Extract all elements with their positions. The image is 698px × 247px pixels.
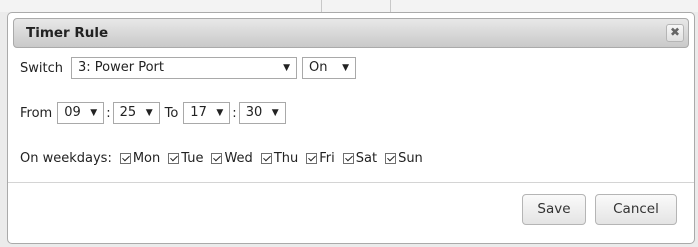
save-button[interactable]: Save bbox=[522, 194, 586, 225]
day-tue[interactable]: Tue bbox=[168, 151, 203, 166]
day-sat[interactable]: Sat bbox=[342, 150, 378, 166]
day-label: Sun bbox=[398, 150, 423, 166]
day-checkbox[interactable] bbox=[342, 152, 354, 164]
chevron-down-icon: ▼ bbox=[145, 108, 153, 118]
timer-rule-dialog: Timer Rule ✖ Switch 3: Power Port ▼ On ▼… bbox=[7, 12, 695, 244]
day-checkbox[interactable] bbox=[119, 152, 131, 164]
day-label: Wed bbox=[224, 150, 253, 166]
chevron-down-icon: ▼ bbox=[90, 108, 98, 118]
weekdays-label: On weekdays: bbox=[20, 150, 112, 166]
chevron-down-icon: ▼ bbox=[216, 108, 224, 118]
to-minute-value: 30 bbox=[245, 105, 263, 120]
time-separator: : bbox=[232, 105, 237, 121]
to-minute-select[interactable]: 30 ▼ bbox=[238, 102, 286, 124]
switch-row: Switch 3: Power Port ▼ On ▼ bbox=[20, 57, 356, 79]
day-label: Sat bbox=[355, 150, 378, 166]
chevron-down-icon: ▼ bbox=[342, 63, 349, 73]
day-checkbox[interactable] bbox=[306, 152, 318, 164]
day-checkbox[interactable] bbox=[211, 152, 223, 164]
day-checkbox[interactable] bbox=[260, 152, 272, 164]
day-mon[interactable]: Mon bbox=[119, 150, 161, 166]
day-sun[interactable]: Sun bbox=[385, 151, 423, 166]
background-divider bbox=[321, 0, 322, 12]
weekdays-row: On weekdays: Mon Tue Wed Thu Fri Sat Sun bbox=[20, 147, 431, 169]
from-label: From bbox=[20, 105, 53, 121]
from-hour-select[interactable]: 09 ▼ bbox=[57, 102, 105, 124]
state-select-value: On bbox=[308, 60, 328, 75]
cancel-button[interactable]: Cancel bbox=[595, 194, 677, 225]
background-divider bbox=[390, 0, 391, 12]
switch-label: Switch bbox=[20, 60, 63, 76]
time-row: From 09 ▼ : 25 ▼ To 17 ▼ : 30 ▼ bbox=[20, 102, 286, 124]
chevron-down-icon: ▼ bbox=[271, 108, 279, 118]
chevron-down-icon: ▼ bbox=[283, 63, 290, 73]
day-label: Mon bbox=[132, 150, 161, 166]
button-pane-divider bbox=[8, 182, 694, 183]
time-separator: : bbox=[106, 105, 111, 121]
day-checkbox[interactable] bbox=[168, 152, 180, 164]
dialog-titlebar[interactable]: Timer Rule ✖ bbox=[13, 18, 689, 48]
to-hour-value: 17 bbox=[190, 105, 207, 120]
background-window bbox=[0, 0, 698, 12]
switch-select-value: 3: Power Port bbox=[77, 60, 164, 75]
from-minute-value: 25 bbox=[119, 105, 137, 120]
day-label: Thu bbox=[273, 150, 299, 166]
from-hour-value: 09 bbox=[64, 105, 81, 120]
to-label: To bbox=[164, 105, 179, 121]
day-checkbox[interactable] bbox=[385, 152, 397, 164]
day-label: Fri bbox=[319, 150, 335, 166]
day-label: Tue bbox=[181, 150, 204, 166]
switch-select[interactable]: 3: Power Port ▼ bbox=[70, 57, 297, 79]
from-minute-select[interactable]: 25 ▼ bbox=[112, 102, 160, 124]
dialog-title: Timer Rule bbox=[26, 25, 109, 41]
close-icon[interactable]: ✖ bbox=[666, 24, 684, 42]
to-hour-select[interactable]: 17 ▼ bbox=[183, 102, 231, 124]
day-wed[interactable]: Wed bbox=[211, 150, 253, 166]
state-select[interactable]: On ▼ bbox=[301, 57, 356, 79]
day-thu[interactable]: Thu bbox=[260, 150, 299, 166]
day-fri[interactable]: Fri bbox=[306, 151, 335, 166]
